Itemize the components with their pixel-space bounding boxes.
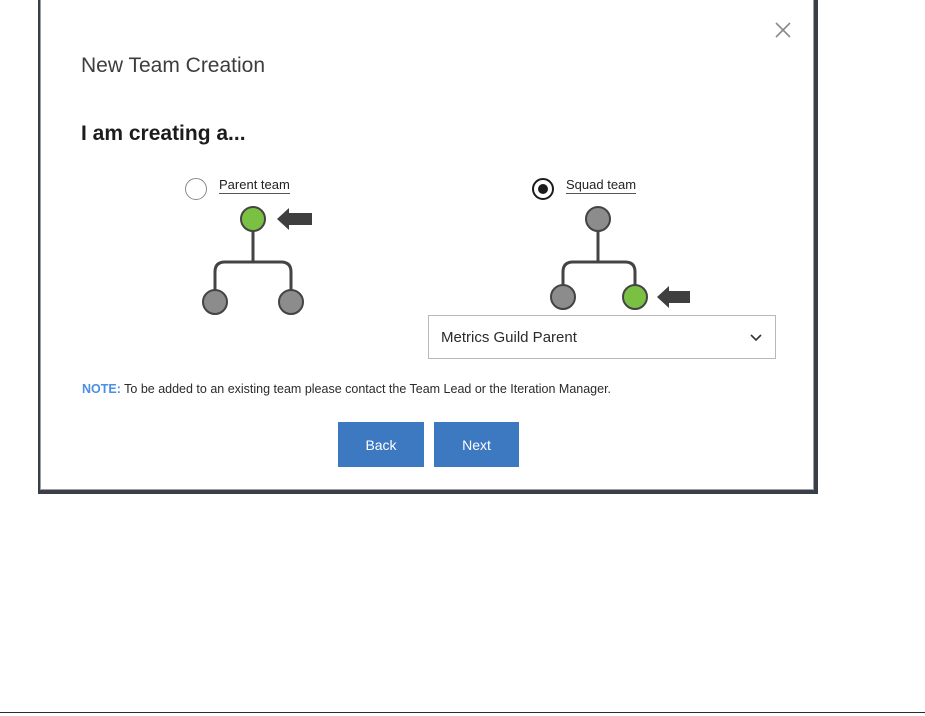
radio-selected-dot <box>538 184 548 194</box>
parent-team-radio[interactable] <box>185 178 207 200</box>
parent-team-select-value: Metrics Guild Parent <box>441 328 577 346</box>
page-divider <box>0 712 925 713</box>
dialog-title: New Team Creation <box>81 54 266 77</box>
squad-team-option[interactable]: Squad team <box>532 177 637 200</box>
close-icon[interactable] <box>771 18 795 42</box>
parent-team-label[interactable]: Parent team <box>219 177 290 194</box>
squad-team-diagram-icon <box>550 206 690 310</box>
squad-team-label[interactable]: Squad team <box>566 177 637 194</box>
parent-team-select[interactable]: Metrics Guild Parent <box>428 315 776 359</box>
squad-team-radio[interactable] <box>532 178 554 200</box>
note-label: NOTE: <box>82 382 121 396</box>
next-button[interactable]: Next <box>434 422 519 467</box>
dialog-subtitle: I am creating a... <box>81 122 246 145</box>
new-team-dialog: New Team Creation I am creating a... Par… <box>40 0 814 490</box>
parent-team-diagram-icon <box>202 206 312 315</box>
note-text: NOTE: To be added to an existing team pl… <box>82 382 611 396</box>
chevron-down-icon <box>750 334 762 342</box>
note-body: To be added to an existing team please c… <box>120 382 612 396</box>
parent-team-option[interactable]: Parent team <box>185 177 290 200</box>
back-button[interactable]: Back <box>338 422 424 467</box>
